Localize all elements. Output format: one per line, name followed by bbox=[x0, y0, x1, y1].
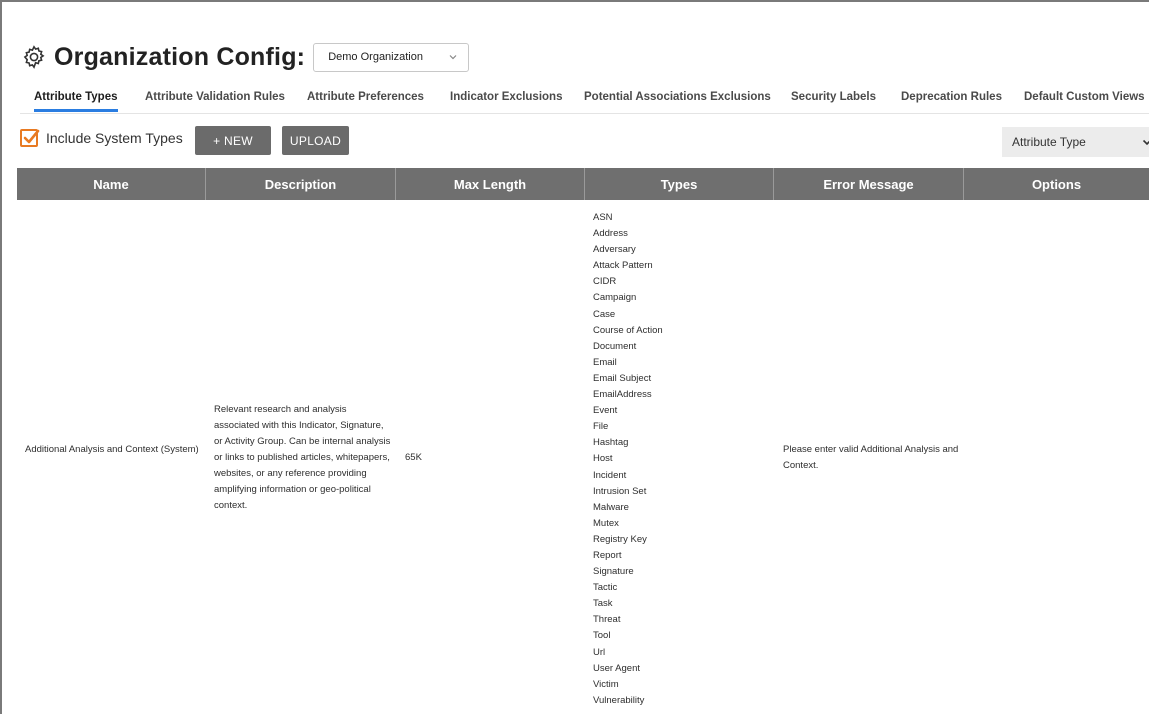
attribute-type-select-value: Attribute Type bbox=[1012, 135, 1086, 149]
type-item: Mutex bbox=[593, 517, 619, 529]
type-item: Incident bbox=[593, 469, 627, 481]
cell-max-length: 65K bbox=[405, 452, 422, 463]
checkbox-box[interactable] bbox=[20, 129, 40, 147]
page-header: Organization Config: Demo Organization bbox=[22, 38, 470, 76]
type-item: Report bbox=[593, 549, 622, 561]
type-item: Course of Action bbox=[593, 324, 663, 336]
chevron-down-icon bbox=[1142, 139, 1149, 146]
type-item: Url bbox=[593, 646, 606, 658]
table-row[interactable]: Additional Analysis and Context (System)… bbox=[17, 200, 1149, 714]
new-button[interactable]: + NEW bbox=[195, 126, 271, 155]
type-item: Event bbox=[593, 405, 618, 417]
type-item: Signature bbox=[593, 566, 634, 578]
type-item: Address bbox=[593, 228, 628, 240]
tab-default-custom-views[interactable]: Default Custom Views bbox=[1024, 84, 1145, 112]
type-item: Campaign bbox=[593, 292, 637, 304]
tab-attribute-types[interactable]: Attribute Types bbox=[34, 84, 118, 112]
cell-description: Relevant research and analysis associate… bbox=[214, 404, 391, 511]
include-system-types-label: Include System Types bbox=[46, 130, 183, 146]
type-item: Task bbox=[593, 598, 613, 610]
column-header-max-length[interactable]: Max Length bbox=[396, 168, 585, 200]
type-item: Hashtag bbox=[593, 437, 629, 449]
type-item: Threat bbox=[593, 614, 621, 626]
include-system-types-checkbox[interactable]: Include System Types bbox=[20, 129, 183, 147]
type-item: Host bbox=[593, 453, 613, 465]
type-item: Attack Pattern bbox=[593, 260, 653, 272]
cell-error-message: Please enter valid Additional Analysis a… bbox=[783, 444, 959, 471]
attribute-type-select[interactable]: Attribute Type bbox=[1002, 127, 1149, 157]
page-title: Organization Config: bbox=[54, 42, 306, 71]
type-item: File bbox=[593, 421, 609, 433]
table-header: Name Description Max Length Types Error … bbox=[17, 168, 1149, 200]
checkmark-icon bbox=[23, 129, 40, 144]
type-item: CIDR bbox=[593, 276, 617, 288]
cell-types: ASN Address Adversary Attack Pattern CIDR Cam… bbox=[593, 210, 773, 709]
toolbar: Include System Types + NEW UPLOAD Attrib… bbox=[18, 124, 1149, 157]
type-item: Email bbox=[593, 356, 617, 368]
tab-deprecation-rules[interactable]: Deprecation Rules bbox=[901, 84, 1002, 112]
cell-name: Additional Analysis and Context (System) bbox=[25, 444, 199, 455]
type-item: Tool bbox=[593, 630, 611, 642]
column-header-error-message[interactable]: Error Message bbox=[774, 168, 964, 200]
type-item: Intrusion Set bbox=[593, 485, 647, 497]
type-item: Registry Key bbox=[593, 533, 647, 545]
organization-select-value: Demo Organization bbox=[328, 51, 423, 63]
type-item: Email Subject bbox=[593, 372, 652, 384]
type-item: Adversary bbox=[593, 244, 636, 256]
config-tabs: Attribute Types Attribute Validation Rul… bbox=[20, 84, 1149, 114]
gear-icon bbox=[23, 45, 45, 69]
column-header-types[interactable]: Types bbox=[585, 168, 774, 200]
type-item: Case bbox=[593, 308, 616, 320]
type-item: Tactic bbox=[593, 582, 618, 594]
organization-select[interactable]: Demo Organization bbox=[313, 42, 470, 72]
upload-button[interactable]: UPLOAD bbox=[282, 126, 349, 155]
tab-security-labels[interactable]: Security Labels bbox=[791, 84, 876, 112]
type-item: Victim bbox=[593, 678, 619, 690]
column-header-description[interactable]: Description bbox=[206, 168, 396, 200]
tab-attribute-validation-rules[interactable]: Attribute Validation Rules bbox=[145, 84, 285, 112]
column-header-options[interactable]: Options bbox=[964, 168, 1149, 200]
chevron-down-icon bbox=[449, 55, 457, 60]
type-item: Malware bbox=[593, 501, 629, 513]
tab-attribute-preferences[interactable]: Attribute Preferences bbox=[307, 84, 424, 112]
type-item: Vulnerability bbox=[593, 694, 645, 706]
tab-potential-associations-exclusions[interactable]: Potential Associations Exclusions bbox=[584, 84, 771, 112]
column-header-name[interactable]: Name bbox=[17, 168, 206, 200]
type-item: User Agent bbox=[593, 662, 640, 674]
type-item: ASN bbox=[593, 212, 613, 223]
type-item: EmailAddress bbox=[593, 389, 652, 401]
type-item: Document bbox=[593, 340, 637, 352]
tab-indicator-exclusions[interactable]: Indicator Exclusions bbox=[450, 84, 562, 112]
